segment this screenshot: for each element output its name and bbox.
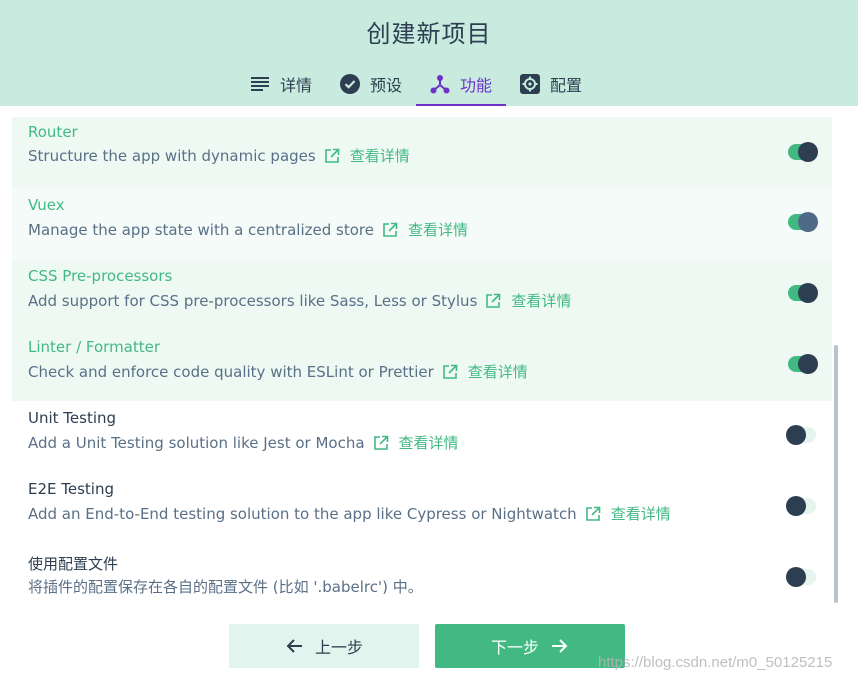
feature-item-config-files[interactable]: 使用配置文件 将插件的配置保存在各自的配置文件 (比如 '.babelrc') … [12, 543, 832, 606]
more-info-link[interactable]: 查看详情 [408, 219, 468, 240]
external-link-icon[interactable] [382, 222, 398, 238]
external-link-icon[interactable] [442, 364, 458, 380]
feature-name: Vuex [28, 196, 65, 214]
toggle-knob [786, 425, 806, 445]
feature-name: CSS Pre-processors [28, 267, 173, 285]
feature-name: Linter / Formatter [28, 338, 161, 356]
toggle-knob [798, 212, 818, 232]
previous-button[interactable]: 上一步 [229, 624, 419, 668]
list-icon [250, 74, 270, 94]
more-info-link[interactable]: 查看详情 [511, 290, 571, 311]
next-button[interactable]: 下一步 [435, 624, 625, 668]
feature-name: 使用配置文件 [28, 555, 119, 573]
page-title: 创建新项目 [366, 20, 492, 48]
next-button-label: 下一步 [490, 638, 539, 657]
tab-details[interactable]: 详情 [236, 62, 326, 106]
feature-description: Structure the app with dynamic pages [28, 146, 316, 165]
tab-label: 功能 [460, 76, 493, 95]
tab-config[interactable]: 配置 [506, 62, 596, 106]
gear-icon [520, 74, 541, 94]
feature-toggle-router[interactable] [788, 142, 818, 162]
external-link-icon[interactable] [373, 435, 389, 451]
feature-item-css-preprocessors[interactable]: CSS Pre-processors Add support for CSS p… [12, 259, 832, 330]
feature-list: Router Structure the app with dynamic pa… [12, 106, 832, 606]
feature-toggle-linter[interactable] [788, 354, 818, 374]
more-info-link[interactable]: 查看详情 [611, 503, 671, 524]
tab-label: 详情 [280, 76, 313, 95]
scrollbar[interactable] [834, 345, 838, 603]
feature-description: Check and enforce code quality with ESLi… [28, 362, 434, 381]
previous-button-label: 上一步 [314, 638, 363, 657]
feature-item-vuex[interactable]: Vuex Manage the app state with a central… [12, 188, 832, 259]
tab-label: 配置 [550, 76, 583, 95]
features-icon [430, 74, 450, 94]
feature-item-linter[interactable]: Linter / Formatter Check and enforce cod… [12, 330, 832, 401]
feature-description-row: Add support for CSS pre-processors like … [28, 290, 571, 311]
tab-features[interactable]: 功能 [416, 62, 507, 106]
feature-item-router[interactable]: Router Structure the app with dynamic pa… [12, 117, 832, 188]
feature-description-row: Add a Unit Testing solution like Jest or… [28, 432, 459, 453]
feature-description: Add support for CSS pre-processors like … [28, 291, 478, 310]
arrow-right-icon [549, 636, 569, 656]
feature-description: Add a Unit Testing solution like Jest or… [28, 433, 365, 452]
tab-bar: 详情 预设 功能 配置 [236, 62, 596, 106]
arrow-left-icon [285, 636, 305, 656]
check-circle-icon [340, 74, 361, 94]
feature-toggle-vuex[interactable] [788, 212, 818, 232]
tab-presets[interactable]: 预设 [326, 62, 416, 106]
feature-name: Router [28, 123, 78, 141]
feature-description-row: 将插件的配置保存在各自的配置文件 (比如 '.babelrc') 中。 [28, 576, 423, 597]
external-link-icon[interactable] [485, 293, 501, 309]
toggle-knob [786, 567, 806, 587]
feature-description-row: Structure the app with dynamic pages 查看详… [28, 145, 410, 166]
more-info-link[interactable]: 查看详情 [399, 432, 459, 453]
toggle-knob [798, 283, 818, 303]
feature-description: Manage the app state with a centralized … [28, 220, 374, 239]
toggle-knob [786, 496, 806, 516]
feature-toggle-unit-testing[interactable] [786, 425, 816, 445]
toggle-knob [798, 354, 818, 374]
header: 创建新项目 详情 预设 功能 配置 [0, 0, 858, 106]
tab-label: 预设 [370, 76, 403, 95]
feature-item-unit-testing[interactable]: Unit Testing Add a Unit Testing solution… [12, 401, 832, 472]
feature-toggle-e2e-testing[interactable] [786, 496, 816, 516]
feature-description-row: Manage the app state with a centralized … [28, 219, 468, 240]
more-info-link[interactable]: 查看详情 [350, 145, 410, 166]
more-info-link[interactable]: 查看详情 [468, 361, 528, 382]
feature-description: Add an End-to-End testing solution to th… [28, 504, 577, 523]
watermark: https://blog.csdn.net/m0_50125215 [598, 654, 833, 671]
feature-description-row: Check and enforce code quality with ESLi… [28, 361, 528, 382]
feature-name: E2E Testing [28, 480, 115, 498]
external-link-icon[interactable] [585, 506, 601, 522]
feature-toggle-config-files[interactable] [786, 567, 816, 587]
external-link-icon[interactable] [324, 148, 340, 164]
feature-description-row: Add an End-to-End testing solution to th… [28, 503, 671, 524]
toggle-knob [798, 142, 818, 162]
feature-description: 将插件的配置保存在各自的配置文件 (比如 '.babelrc') 中。 [28, 578, 423, 596]
feature-name: Unit Testing [28, 409, 117, 427]
feature-item-e2e-testing[interactable]: E2E Testing Add an End-to-End testing so… [12, 472, 832, 543]
feature-toggle-css-preprocessors[interactable] [788, 283, 818, 303]
